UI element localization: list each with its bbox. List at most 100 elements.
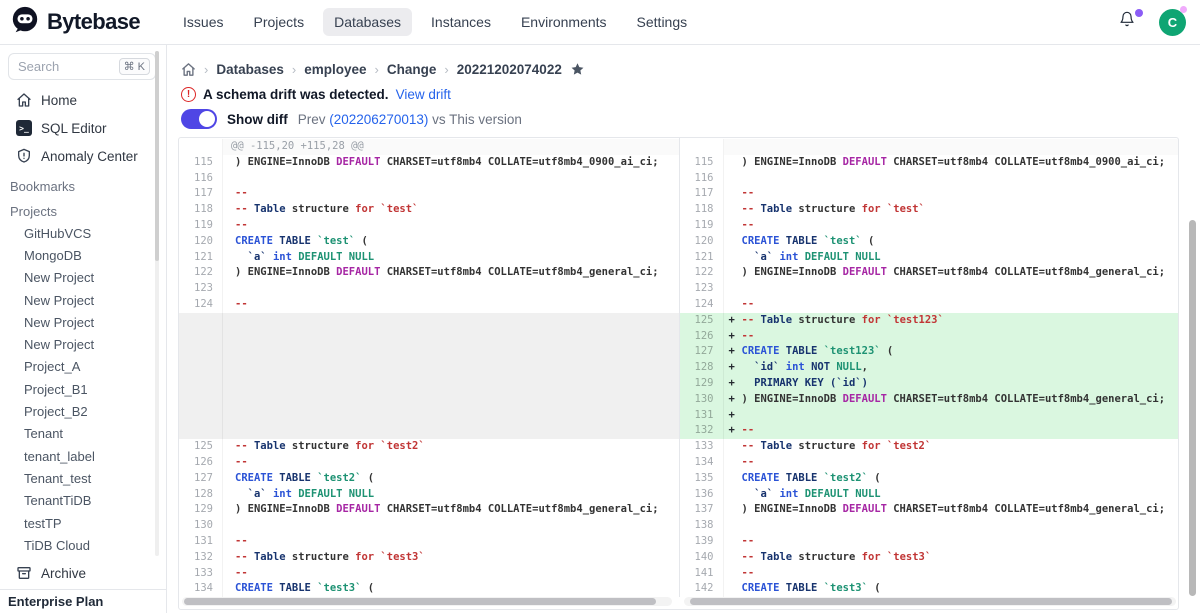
code-text: --	[740, 186, 1179, 202]
diff-code-row: 131+	[680, 408, 1179, 424]
code-text	[223, 376, 679, 392]
view-drift-link[interactable]: View drift	[396, 87, 451, 102]
nav-item-instances[interactable]: Instances	[420, 8, 502, 36]
topbar-right: C	[1119, 9, 1186, 36]
notification-bell-button[interactable]	[1119, 11, 1141, 33]
user-menu[interactable]: C	[1159, 9, 1186, 36]
diff-sign	[724, 487, 740, 503]
code-text: --	[740, 297, 1179, 313]
line-number: 135	[680, 471, 724, 487]
diff-code-row: 120CREATE TABLE `test` (	[179, 234, 679, 250]
sidebar: Search ⌘ K Home >_ SQL Editor Anomaly Ce…	[0, 45, 167, 613]
diff-sign	[724, 439, 740, 455]
nav-item-environments[interactable]: Environments	[510, 8, 618, 36]
sidebar-item-project[interactable]: New Project	[8, 267, 156, 289]
code-text: ) ENGINE=InnoDB DEFAULT CHARSET=utf8mb4 …	[740, 155, 1179, 171]
prev-version-link[interactable]: (202206270013)	[329, 112, 428, 127]
diff-code-row: 132-- Table structure for `test3`	[179, 550, 679, 566]
sidebar-item-project[interactable]: tenant_label	[8, 445, 156, 467]
sidebar-item-project[interactable]: New Project	[8, 333, 156, 355]
scrollbar-thumb[interactable]	[690, 598, 1172, 605]
code-text	[740, 518, 1179, 534]
line-number: 139	[680, 534, 724, 550]
sidebar-item-project[interactable]: Project_A	[8, 356, 156, 378]
nav-item-settings[interactable]: Settings	[626, 8, 699, 36]
diff-code-row: 141--	[680, 566, 1179, 582]
sidebar-item-project[interactable]: Tenant_test	[8, 467, 156, 489]
sidebar-item-project[interactable]: Tenant	[8, 423, 156, 445]
sidebar-item-project[interactable]: TiDB Cloud	[8, 534, 156, 556]
line-number: 126	[179, 455, 223, 471]
search-input[interactable]: Search ⌘ K	[8, 53, 156, 80]
diff-sign	[724, 139, 740, 155]
left-horizontal-scrollbar[interactable]	[182, 597, 672, 606]
sidebar-item-project[interactable]: testTP	[8, 512, 156, 534]
star-icon[interactable]	[570, 62, 585, 77]
code-text	[223, 281, 679, 297]
sidebar-item-project[interactable]: Project_B1	[8, 378, 156, 400]
code-text	[223, 171, 679, 187]
breadcrumb-item[interactable]: Change	[387, 62, 437, 77]
sidebar-scrollbar-thumb[interactable]	[155, 51, 159, 261]
nav-item-databases[interactable]: Databases	[323, 8, 412, 36]
line-number: 115	[179, 155, 223, 171]
nav-item-projects[interactable]: Projects	[243, 8, 316, 36]
show-diff-toggle[interactable]	[181, 109, 217, 129]
line-number	[179, 313, 223, 329]
code-text: --	[740, 218, 1179, 234]
sidebar-item-project[interactable]: MongoDB	[8, 244, 156, 266]
line-number: 131	[680, 408, 724, 424]
code-text: `a` int DEFAULT NULL	[740, 487, 1179, 503]
sidebar-item-project[interactable]: GitHubVCS	[8, 222, 156, 244]
line-number	[179, 392, 223, 408]
sidebar-item-project[interactable]: Project_B2	[8, 400, 156, 422]
line-number: 138	[680, 518, 724, 534]
line-number: 134	[179, 581, 223, 597]
diff-filler-row	[179, 392, 679, 408]
diff-code-row: 116	[680, 171, 1179, 187]
page-vertical-scrollbar[interactable]	[1189, 220, 1196, 596]
line-number: 133	[179, 566, 223, 582]
line-number: 132	[179, 550, 223, 566]
sidebar-item-project[interactable]: TenantTiDB	[8, 490, 156, 512]
bell-icon	[1119, 11, 1135, 27]
diff-sign	[724, 550, 740, 566]
home-breadcrumb-icon[interactable]	[181, 62, 196, 77]
code-text: CREATE TABLE `test` (	[223, 234, 679, 250]
sidebar-scrollbar[interactable]	[155, 51, 159, 556]
sidebar-item-archive[interactable]: Archive	[8, 560, 156, 586]
brand[interactable]: Bytebase	[10, 5, 140, 40]
line-number	[680, 139, 724, 155]
avatar[interactable]: C	[1159, 9, 1186, 36]
sidebar-item-project[interactable]: New Project	[8, 311, 156, 333]
line-number: 128	[179, 487, 223, 503]
sidebar-item-anomaly-center[interactable]: Anomaly Center	[8, 142, 156, 170]
code-text: -- Table structure for `test`	[740, 202, 1179, 218]
sidebar-item-sql-editor[interactable]: >_ SQL Editor	[8, 114, 156, 142]
bookmarks-section-label: Bookmarks	[8, 170, 156, 194]
line-number: 123	[179, 281, 223, 297]
code-text: --	[223, 218, 679, 234]
sidebar-item-label: Home	[41, 93, 77, 108]
line-number: 120	[179, 234, 223, 250]
diff-code-row: 128 `a` int DEFAULT NULL	[179, 487, 679, 503]
diff-code-row: 121 `a` int DEFAULT NULL	[680, 250, 1179, 266]
code-text: ) ENGINE=InnoDB DEFAULT CHARSET=utf8mb4 …	[740, 392, 1179, 408]
code-text: -- Table structure for `test2`	[740, 439, 1179, 455]
scrollbar-thumb[interactable]	[184, 598, 656, 605]
breadcrumb-item[interactable]: Databases	[216, 62, 284, 77]
nav-item-issues[interactable]: Issues	[172, 8, 234, 36]
breadcrumb-item[interactable]: employee	[304, 62, 366, 77]
sidebar-item-home[interactable]: Home	[8, 86, 156, 114]
line-number: 124	[680, 297, 724, 313]
sidebar-item-project[interactable]: New Project	[8, 289, 156, 311]
shield-icon	[16, 148, 32, 164]
diff-sign	[724, 281, 740, 297]
code-text	[223, 518, 679, 534]
code-text	[740, 281, 1179, 297]
line-number: 134	[680, 455, 724, 471]
line-number: 121	[179, 250, 223, 266]
line-number: 129	[680, 376, 724, 392]
right-horizontal-scrollbar[interactable]	[684, 597, 1176, 606]
breadcrumb-item[interactable]: 20221202074022	[457, 62, 562, 77]
